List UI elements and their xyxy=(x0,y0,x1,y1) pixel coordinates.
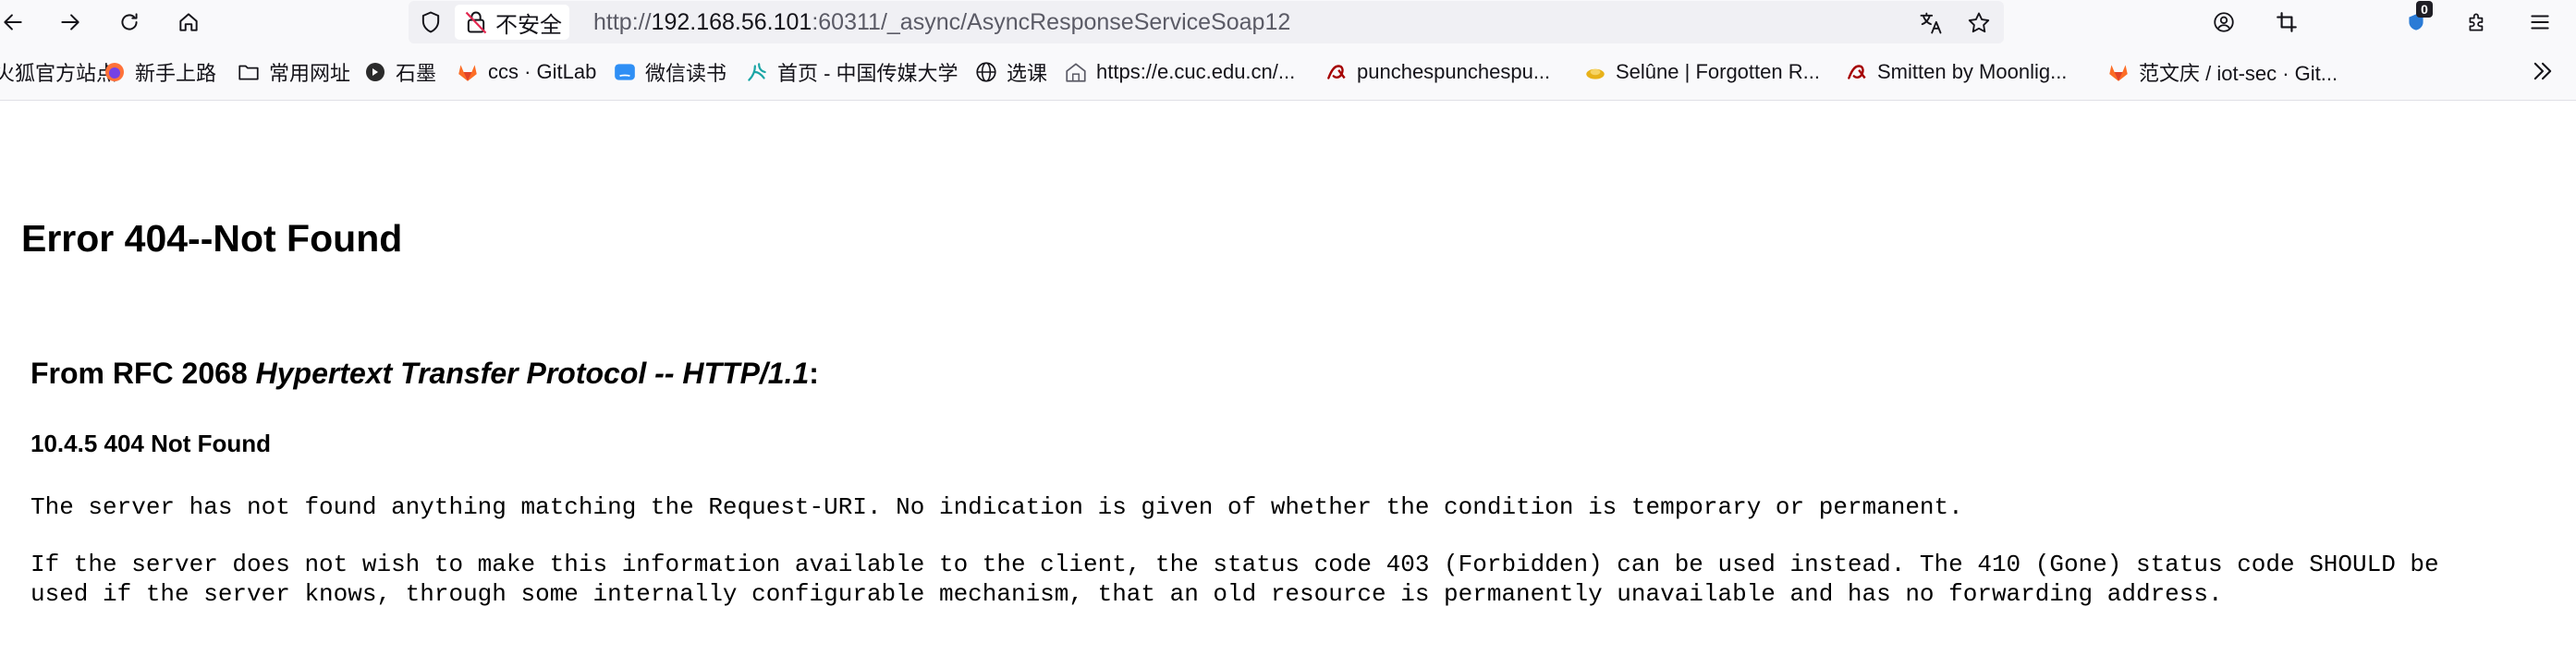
puzzle-icon xyxy=(2469,13,2484,31)
gitlab-icon xyxy=(2106,59,2131,85)
bookmark-item[interactable]: 选课 xyxy=(973,57,1047,87)
site-security-indicator[interactable]: 不安全 xyxy=(455,5,569,40)
arrow-right-icon xyxy=(61,14,79,30)
globe-icon xyxy=(973,59,999,85)
url-path: :60311/_async/AsyncResponseServiceSoap12 xyxy=(812,9,1291,35)
bookmarks-toolbar: 火狐官方站点 新手上路 常用网址 石墨 ccs · GitLab 微信读书 首页… xyxy=(0,44,2576,101)
bookmark-label: ccs · GitLab xyxy=(488,60,597,83)
bookmark-label: 石墨 xyxy=(396,62,437,85)
page-icon xyxy=(1063,59,1089,85)
url-bar[interactable]: 不安全 http://192.168.56.101:60311/_async/A… xyxy=(409,1,2004,43)
account-icon xyxy=(2214,12,2234,32)
shield-icon xyxy=(421,11,440,33)
gitlab-icon xyxy=(455,59,481,85)
shimo-icon xyxy=(362,59,388,85)
back-button[interactable] xyxy=(0,4,31,41)
bookmark-item[interactable]: 范文庆 / iot-sec · Git... xyxy=(2106,57,2338,87)
paragraph-1: The server has not found anything matchi… xyxy=(31,493,1963,521)
url-host: 192.168.56.101 xyxy=(651,9,812,35)
section-heading: 10.4.5 404 Not Found xyxy=(31,430,272,457)
tracking-protection-button[interactable] xyxy=(416,7,446,37)
folder-icon xyxy=(236,59,262,85)
url-prefix: http:// xyxy=(593,9,652,35)
app-menu-button[interactable] xyxy=(2521,4,2558,41)
page-content: Error 404--Not Found From RFC 2068 Hyper… xyxy=(0,101,2576,667)
bookmark-label: punchespunchespu... xyxy=(1357,60,1551,83)
insecure-lock-icon xyxy=(462,8,490,36)
translate-button[interactable] xyxy=(1915,7,1947,39)
error-heading: Error 404--Not Found xyxy=(21,217,403,260)
bookmark-label: 新手上路 xyxy=(135,62,217,85)
account-button[interactable] xyxy=(2205,4,2242,41)
chevrons-right-icon xyxy=(2533,62,2552,80)
bookmark-label: 首页 - 中国传媒大学 xyxy=(777,62,958,85)
bookmark-label: 选课 xyxy=(1007,62,1048,85)
hamburger-menu-icon xyxy=(2531,15,2549,30)
bookmark-item[interactable]: Selûne | Forgotten R... xyxy=(1582,57,1820,87)
forward-button[interactable] xyxy=(52,4,89,41)
reload-icon xyxy=(121,13,138,30)
rfc-prefix: From RFC 2068 xyxy=(31,357,256,390)
extensions-button[interactable] xyxy=(2459,4,2496,41)
security-label: 不安全 xyxy=(495,12,562,38)
bookmark-item[interactable]: 首页 - 中国传媒大学 xyxy=(744,57,958,87)
rfc-heading: From RFC 2068 Hypertext Transfer Protoco… xyxy=(31,357,819,391)
reload-button[interactable] xyxy=(111,4,148,41)
translate-icon xyxy=(1920,12,1942,34)
ao3-icon xyxy=(1844,59,1870,85)
bookmark-label: 微信读书 xyxy=(645,62,727,85)
bookmark-item[interactable]: punchespunchespu... xyxy=(1324,57,1550,87)
rfc-title: Hypertext Transfer Protocol -- HTTP/1.1 xyxy=(255,357,810,390)
home-icon xyxy=(179,13,198,31)
fandom-icon xyxy=(1582,59,1608,85)
cuc-icon xyxy=(744,59,770,85)
bookmark-item[interactable]: 石墨 xyxy=(362,57,436,87)
bookmark-label: 火狐官方站点 xyxy=(0,62,117,85)
star-icon xyxy=(1968,12,1990,33)
extension-badge: 0 xyxy=(2416,1,2433,18)
weread-icon xyxy=(612,59,638,85)
bookmark-item[interactable]: 新手上路 xyxy=(102,57,216,87)
bookmarks-overflow-button[interactable] xyxy=(2529,57,2557,85)
bookmark-label: https://e.cuc.edu.cn/... xyxy=(1096,60,1296,83)
bookmark-item[interactable]: https://e.cuc.edu.cn/... xyxy=(1063,57,1295,87)
bookmark-label: Smitten by Moonlig... xyxy=(1877,60,2068,83)
screenshot-button[interactable] xyxy=(2268,4,2305,41)
bookmark-folder[interactable]: 常用网址 xyxy=(236,57,350,87)
bookmark-star-button[interactable] xyxy=(1963,7,1995,39)
bookmark-item[interactable]: 火狐官方站点 xyxy=(0,57,116,87)
arrow-left-icon xyxy=(4,14,22,30)
home-button[interactable] xyxy=(170,4,207,41)
bookmark-label: 范文庆 / iot-sec · Git... xyxy=(2139,62,2338,85)
bookmark-label: 常用网址 xyxy=(269,62,351,85)
ao3-icon xyxy=(1324,59,1349,85)
firefox-icon xyxy=(102,59,128,85)
screenshot-icon xyxy=(2277,12,2297,32)
url-text[interactable]: http://192.168.56.101:60311/_async/Async… xyxy=(593,9,1290,36)
bookmark-item[interactable]: Smitten by Moonlig... xyxy=(1844,57,2067,87)
browser-toolbar: 不安全 http://192.168.56.101:60311/_async/A… xyxy=(0,0,2576,44)
paragraph-2: If the server does not wish to make this… xyxy=(31,551,2439,608)
bookmark-label: Selûne | Forgotten R... xyxy=(1616,60,1820,83)
bookmark-item[interactable]: 微信读书 xyxy=(612,57,726,87)
rfc-suffix: : xyxy=(809,357,819,390)
bookmark-item[interactable]: ccs · GitLab xyxy=(455,57,596,87)
